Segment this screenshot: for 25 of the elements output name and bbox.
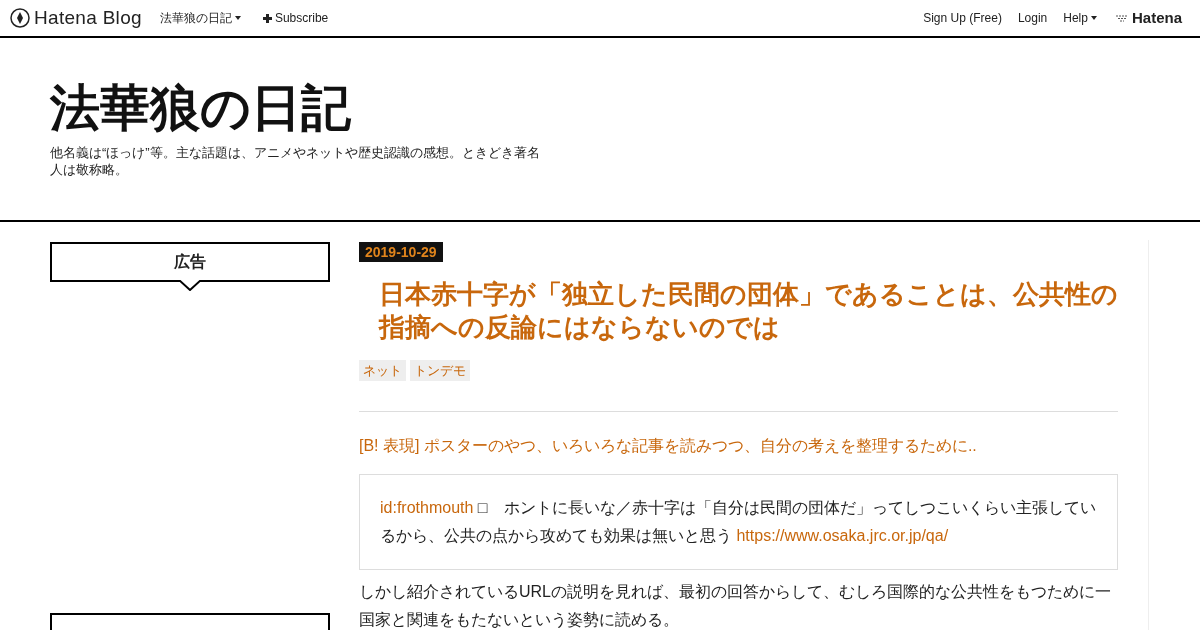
hatena-logo[interactable]: Hatena — [1114, 6, 1182, 30]
blog-title[interactable]: 法華狼の日記 — [50, 78, 1150, 138]
category-tag[interactable]: トンデモ — [410, 360, 470, 381]
entry-body-text: しかし紹介されているURLの説明を見れば、最初の回答からして、むしろ国際的な公共性をもつために一国家と関連をもたないという姿勢に読める。 — [359, 582, 1112, 630]
pen-nib-icon — [10, 8, 30, 28]
url-link[interactable]: https://www.osaka.jrc.or.jp/qa/ — [736, 527, 949, 544]
pointer-notch-icon — [179, 280, 201, 291]
blog-description: 他名義は“ほっけ”等。主な話題は、アニメやネットや歴史認識の感想。ときどき著名人は敬称略。 — [50, 144, 541, 178]
plus-icon — [262, 13, 272, 23]
subscribe-button[interactable]: Subscribe — [262, 9, 329, 27]
blog-menu-dropdown[interactable]: 法華狼の日記 — [159, 9, 241, 27]
header-link[interactable]: Login — [1017, 9, 1048, 27]
quote-text: id:frothmouth □ ホントに長いな／赤十字は「自分は民間の団体だ」ってしつこいくらい主張しているから、公共の点から攻めても効果は無いと思う https://www.osaka.jrc.or.jp/qa/ — [380, 498, 1097, 546]
help-dropdown[interactable]: Help — [1063, 9, 1097, 27]
sidebar-module-heading: 広告 — [50, 242, 330, 282]
category-tag[interactable]: ネット — [359, 360, 406, 381]
brand-logo[interactable]: Hatena Blog — [10, 3, 142, 33]
caret-icon — [234, 16, 241, 20]
user-link[interactable]: id:frothmouth — [380, 499, 474, 516]
entry-date[interactable]: 2019-10-29 — [359, 242, 443, 262]
header-link[interactable]: Sign Up (Free) — [923, 9, 1002, 27]
entry-title[interactable]: 日本赤十字が「独立した民間の団体」であることは、公共性の指摘への反論にはならないのでは — [359, 278, 1118, 344]
dots-icon — [1114, 13, 1129, 23]
bookmark-link[interactable]: [B! 表現] ポスターのやつ、いろいろな記事を読みつつ、自分の考えを整理するために.. — [359, 434, 1118, 458]
caret-icon — [1090, 16, 1097, 20]
